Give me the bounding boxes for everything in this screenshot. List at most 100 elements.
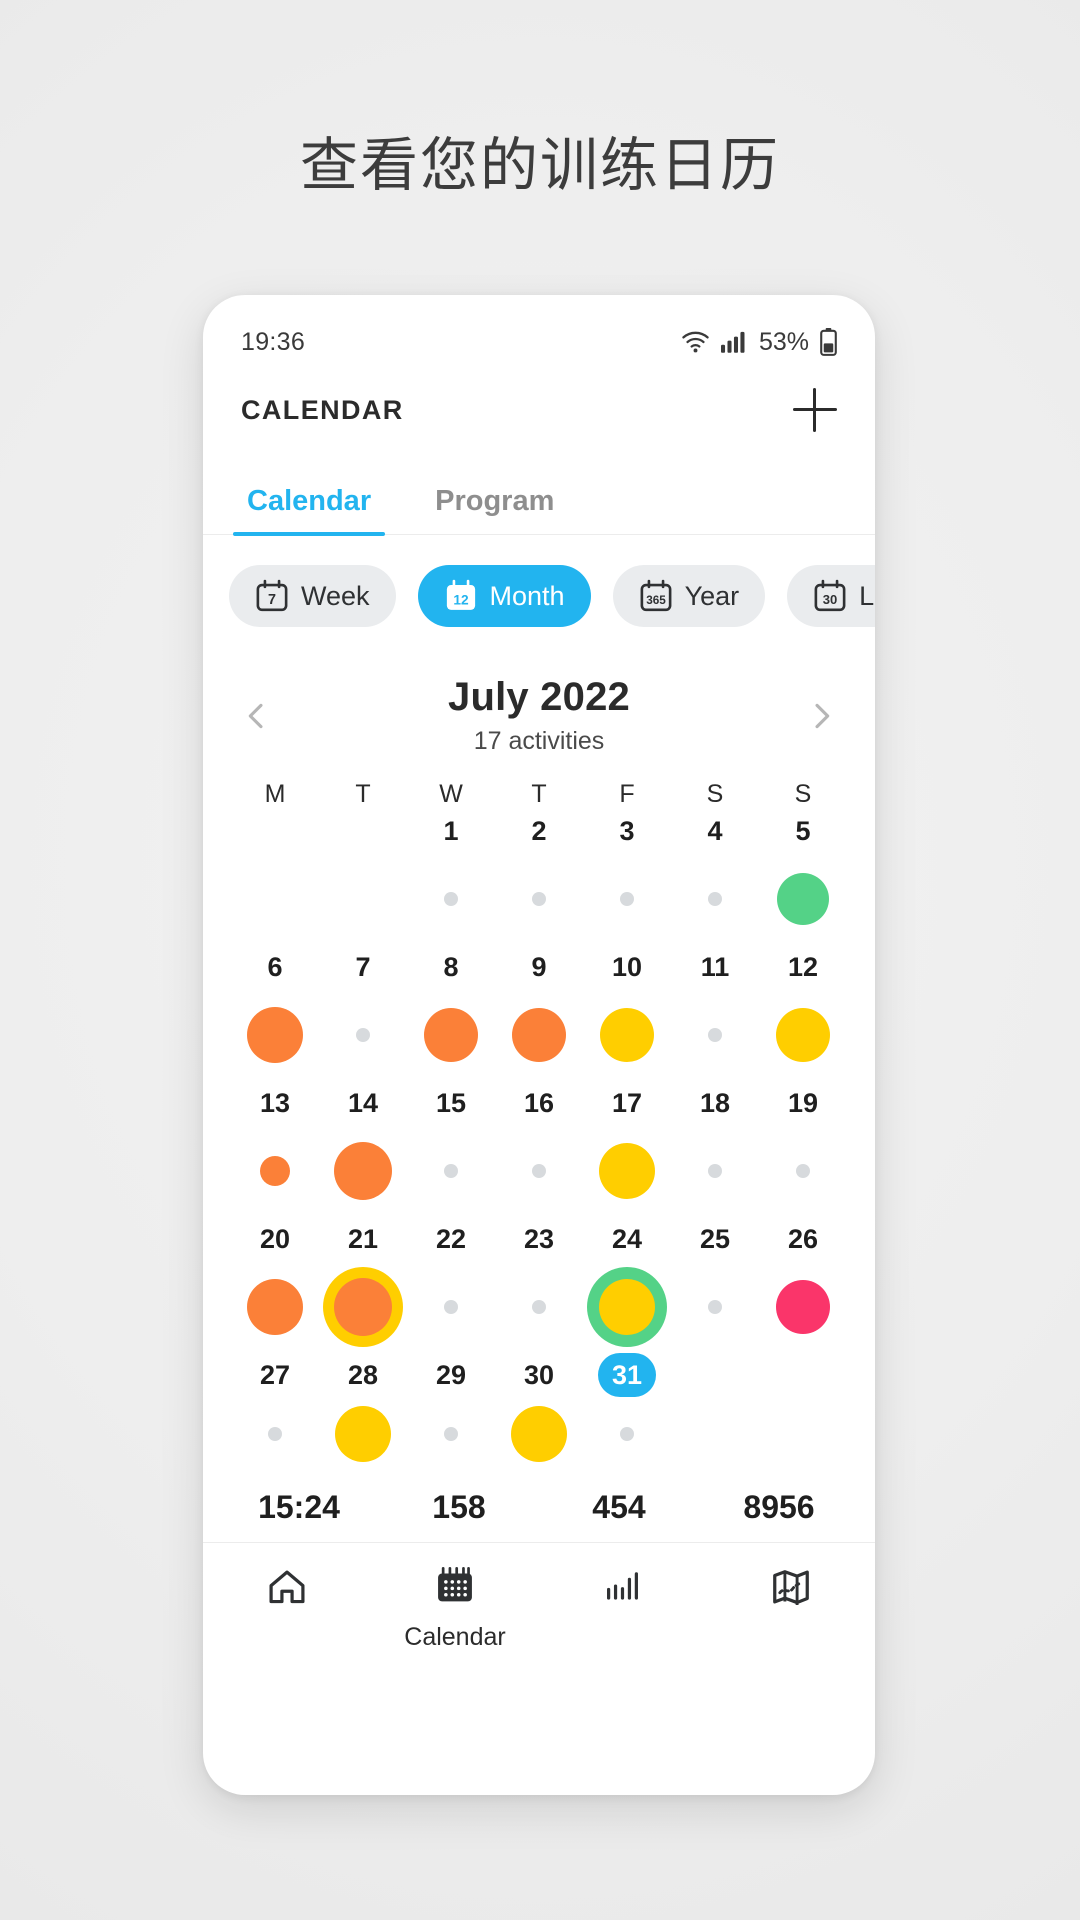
calendar-day-13[interactable]: 13 bbox=[231, 1081, 319, 1217]
calendar-day-2[interactable]: 2 bbox=[495, 809, 583, 945]
day-activity-marker bbox=[599, 1125, 655, 1217]
calendar-day-17[interactable]: 17 bbox=[583, 1081, 671, 1217]
calendar-day-22[interactable]: 22 bbox=[407, 1217, 495, 1353]
calendar-day-26[interactable]: 26 bbox=[759, 1217, 847, 1353]
prev-month-button[interactable] bbox=[239, 699, 273, 733]
calendar-day-21[interactable]: 21 bbox=[319, 1217, 407, 1353]
nav-item-calendar[interactable]: Calendar bbox=[371, 1565, 539, 1652]
calendar-day-6[interactable]: 6 bbox=[231, 945, 319, 1081]
day-number: 10 bbox=[611, 952, 643, 982]
day-activity-marker bbox=[587, 1261, 667, 1353]
nav-item-stats[interactable] bbox=[539, 1565, 707, 1652]
chip-year[interactable]: 365 Year bbox=[612, 565, 766, 627]
no-activity-dot bbox=[620, 892, 634, 906]
day-number: 20 bbox=[259, 1224, 291, 1254]
calendar-day-30[interactable]: 30 bbox=[495, 1353, 583, 1471]
calendar-12-icon: 12 bbox=[444, 579, 478, 613]
calendar-day-8[interactable]: 8 bbox=[407, 945, 495, 1081]
weekday-header-4: F bbox=[619, 780, 635, 808]
day-number: 16 bbox=[523, 1088, 555, 1118]
calendar-day-empty: · bbox=[319, 809, 407, 945]
calendar-day-5[interactable]: 5 bbox=[759, 809, 847, 945]
no-activity-dot bbox=[708, 1300, 722, 1314]
calendar-day-1[interactable]: 1 bbox=[407, 809, 495, 945]
calendar-day-20[interactable]: 20 bbox=[231, 1217, 319, 1353]
no-activity-dot bbox=[708, 1028, 722, 1042]
day-number: 21 bbox=[347, 1224, 379, 1254]
activity-circle-yellow bbox=[599, 1279, 655, 1335]
calendar-day-23[interactable]: 23 bbox=[495, 1217, 583, 1353]
day-number: 3 bbox=[619, 816, 635, 846]
no-activity-dot bbox=[620, 1427, 634, 1441]
add-button[interactable] bbox=[793, 388, 837, 432]
day-number: 4 bbox=[707, 816, 723, 846]
calendar-day-12[interactable]: 12 bbox=[759, 945, 847, 1081]
day-activity-marker bbox=[356, 989, 370, 1081]
calendar-icon bbox=[433, 1565, 477, 1614]
day-activity-marker bbox=[444, 853, 458, 945]
calendar-day-25[interactable]: 25 bbox=[671, 1217, 759, 1353]
activity-circle-yellow bbox=[776, 1008, 830, 1062]
calendar-day-4[interactable]: 4 bbox=[671, 809, 759, 945]
nav-item-home[interactable] bbox=[203, 1565, 371, 1652]
day-number: 26 bbox=[787, 1224, 819, 1254]
calendar-grid: MTWTFSS ··123456789101112131415161718192… bbox=[203, 756, 875, 1471]
day-activity-marker bbox=[708, 853, 722, 945]
no-activity-dot bbox=[444, 1164, 458, 1178]
day-number: 31 bbox=[598, 1353, 656, 1397]
day-number: 18 bbox=[699, 1088, 731, 1118]
day-activity-marker bbox=[708, 1261, 722, 1353]
calendar-day-29[interactable]: 29 bbox=[407, 1353, 495, 1471]
calendar-day-11[interactable]: 11 bbox=[671, 945, 759, 1081]
tab-program[interactable]: Program bbox=[429, 485, 560, 534]
month-navigation: July 2022 17 activities bbox=[203, 627, 875, 756]
activity-circle-orange bbox=[247, 1279, 303, 1335]
no-activity-dot bbox=[444, 892, 458, 906]
day-activity-marker bbox=[260, 1125, 290, 1217]
calendar-day-empty: · bbox=[759, 1353, 847, 1471]
calendar-week-row: 27 28 29 30 31 · · bbox=[231, 1353, 847, 1471]
day-number: 13 bbox=[259, 1088, 291, 1118]
calendar-day-19[interactable]: 19 bbox=[759, 1081, 847, 1217]
range-chip-row[interactable]: 7 Week 12 Month 365 Year 30 L bbox=[203, 535, 875, 627]
activity-circle-green bbox=[777, 873, 829, 925]
calendar-day-31[interactable]: 31 bbox=[583, 1353, 671, 1471]
day-number: 25 bbox=[699, 1224, 731, 1254]
day-number: 5 bbox=[795, 816, 811, 846]
battery-percent-label: 53% bbox=[758, 327, 809, 356]
calendar-day-27[interactable]: 27 bbox=[231, 1353, 319, 1471]
day-activity-marker bbox=[620, 853, 634, 945]
calendar-day-24[interactable]: 24 bbox=[583, 1217, 671, 1353]
calendar-day-3[interactable]: 3 bbox=[583, 809, 671, 945]
chip-week[interactable]: 7 Week bbox=[229, 565, 396, 627]
calendar-week-row: 6 7 8 9 10 11 12 bbox=[231, 945, 847, 1081]
day-number: · bbox=[774, 1353, 832, 1397]
tab-calendar[interactable]: Calendar bbox=[232, 485, 386, 536]
day-activity-marker bbox=[532, 1125, 546, 1217]
summary-stats-row: 15:24 158 454 8956 bbox=[203, 1471, 875, 1543]
calendar-day-7[interactable]: 7 bbox=[319, 945, 407, 1081]
day-number: 8 bbox=[443, 952, 459, 982]
calendar-7-icon: 7 bbox=[255, 579, 289, 613]
calendar-day-28[interactable]: 28 bbox=[319, 1353, 407, 1471]
calendar-day-10[interactable]: 10 bbox=[583, 945, 671, 1081]
calendar-day-15[interactable]: 15 bbox=[407, 1081, 495, 1217]
day-activity-marker bbox=[776, 1261, 830, 1353]
chip-last-30[interactable]: 30 Last 30 bbox=[787, 565, 875, 627]
calendar-day-16[interactable]: 16 bbox=[495, 1081, 583, 1217]
day-number: 7 bbox=[355, 952, 371, 982]
month-activity-count: 17 activities bbox=[473, 727, 605, 755]
day-activity-marker bbox=[532, 1261, 546, 1353]
calendar-day-9[interactable]: 9 bbox=[495, 945, 583, 1081]
activity-circle-orange bbox=[260, 1156, 290, 1186]
chip-month[interactable]: 12 Month bbox=[417, 565, 591, 627]
calendar-day-18[interactable]: 18 bbox=[671, 1081, 759, 1217]
next-month-button[interactable] bbox=[805, 699, 839, 733]
app-bar: CALENDAR bbox=[203, 367, 875, 453]
home-icon bbox=[265, 1565, 309, 1614]
calendar-day-empty: · bbox=[231, 809, 319, 945]
calendar-day-14[interactable]: 14 bbox=[319, 1081, 407, 1217]
day-activity-marker bbox=[511, 1397, 567, 1471]
day-number: 28 bbox=[347, 1360, 379, 1390]
nav-item-map[interactable] bbox=[707, 1565, 875, 1652]
